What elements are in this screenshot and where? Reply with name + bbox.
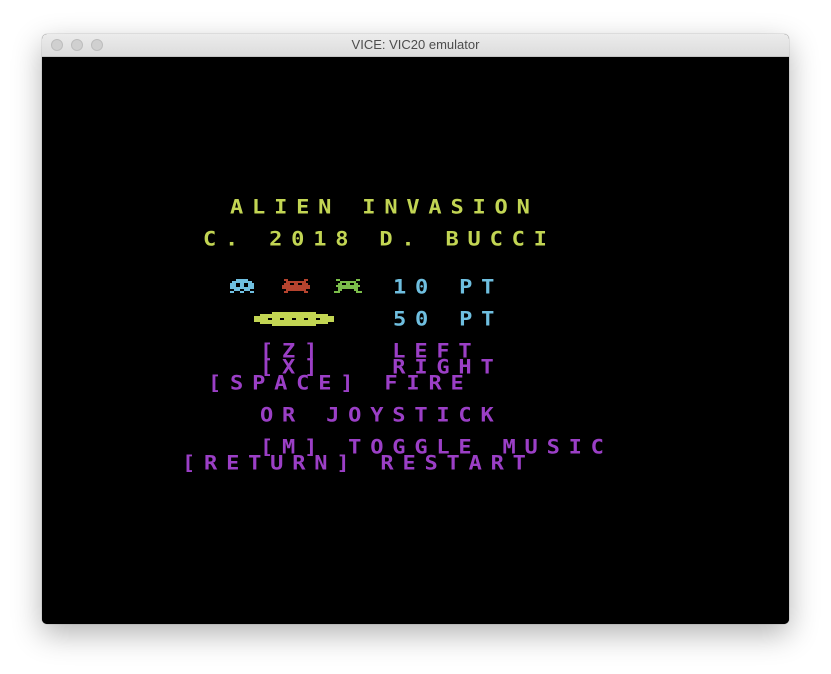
title-bar[interactable]: VICE: VIC20 emulator — [42, 34, 789, 57]
emulator-screen[interactable]: ALIEN INVASION C. 2018 D. BUCCI 10 PT 50… — [42, 57, 789, 624]
control-return: [RETURN] RESTART — [182, 452, 535, 475]
copyright-line: C. 2018 D. BUCCI — [203, 228, 556, 251]
alien-cyan-icon — [230, 279, 254, 293]
saucer-icon — [254, 312, 334, 326]
joystick-hint: OR JOYSTICK — [260, 404, 503, 427]
game-title: ALIEN INVASION — [230, 196, 539, 219]
alien-green-icon — [334, 279, 362, 293]
window-title: VICE: VIC20 emulator — [351, 37, 480, 52]
alien-red-icon — [282, 279, 310, 293]
emulator-window: VICE: VIC20 emulator ALIEN INVASION C. 2… — [42, 34, 789, 624]
saucer-points: 50 PT — [393, 308, 504, 331]
control-space: [SPACE] FIRE — [208, 372, 473, 395]
aliens-points: 10 PT — [393, 276, 504, 299]
